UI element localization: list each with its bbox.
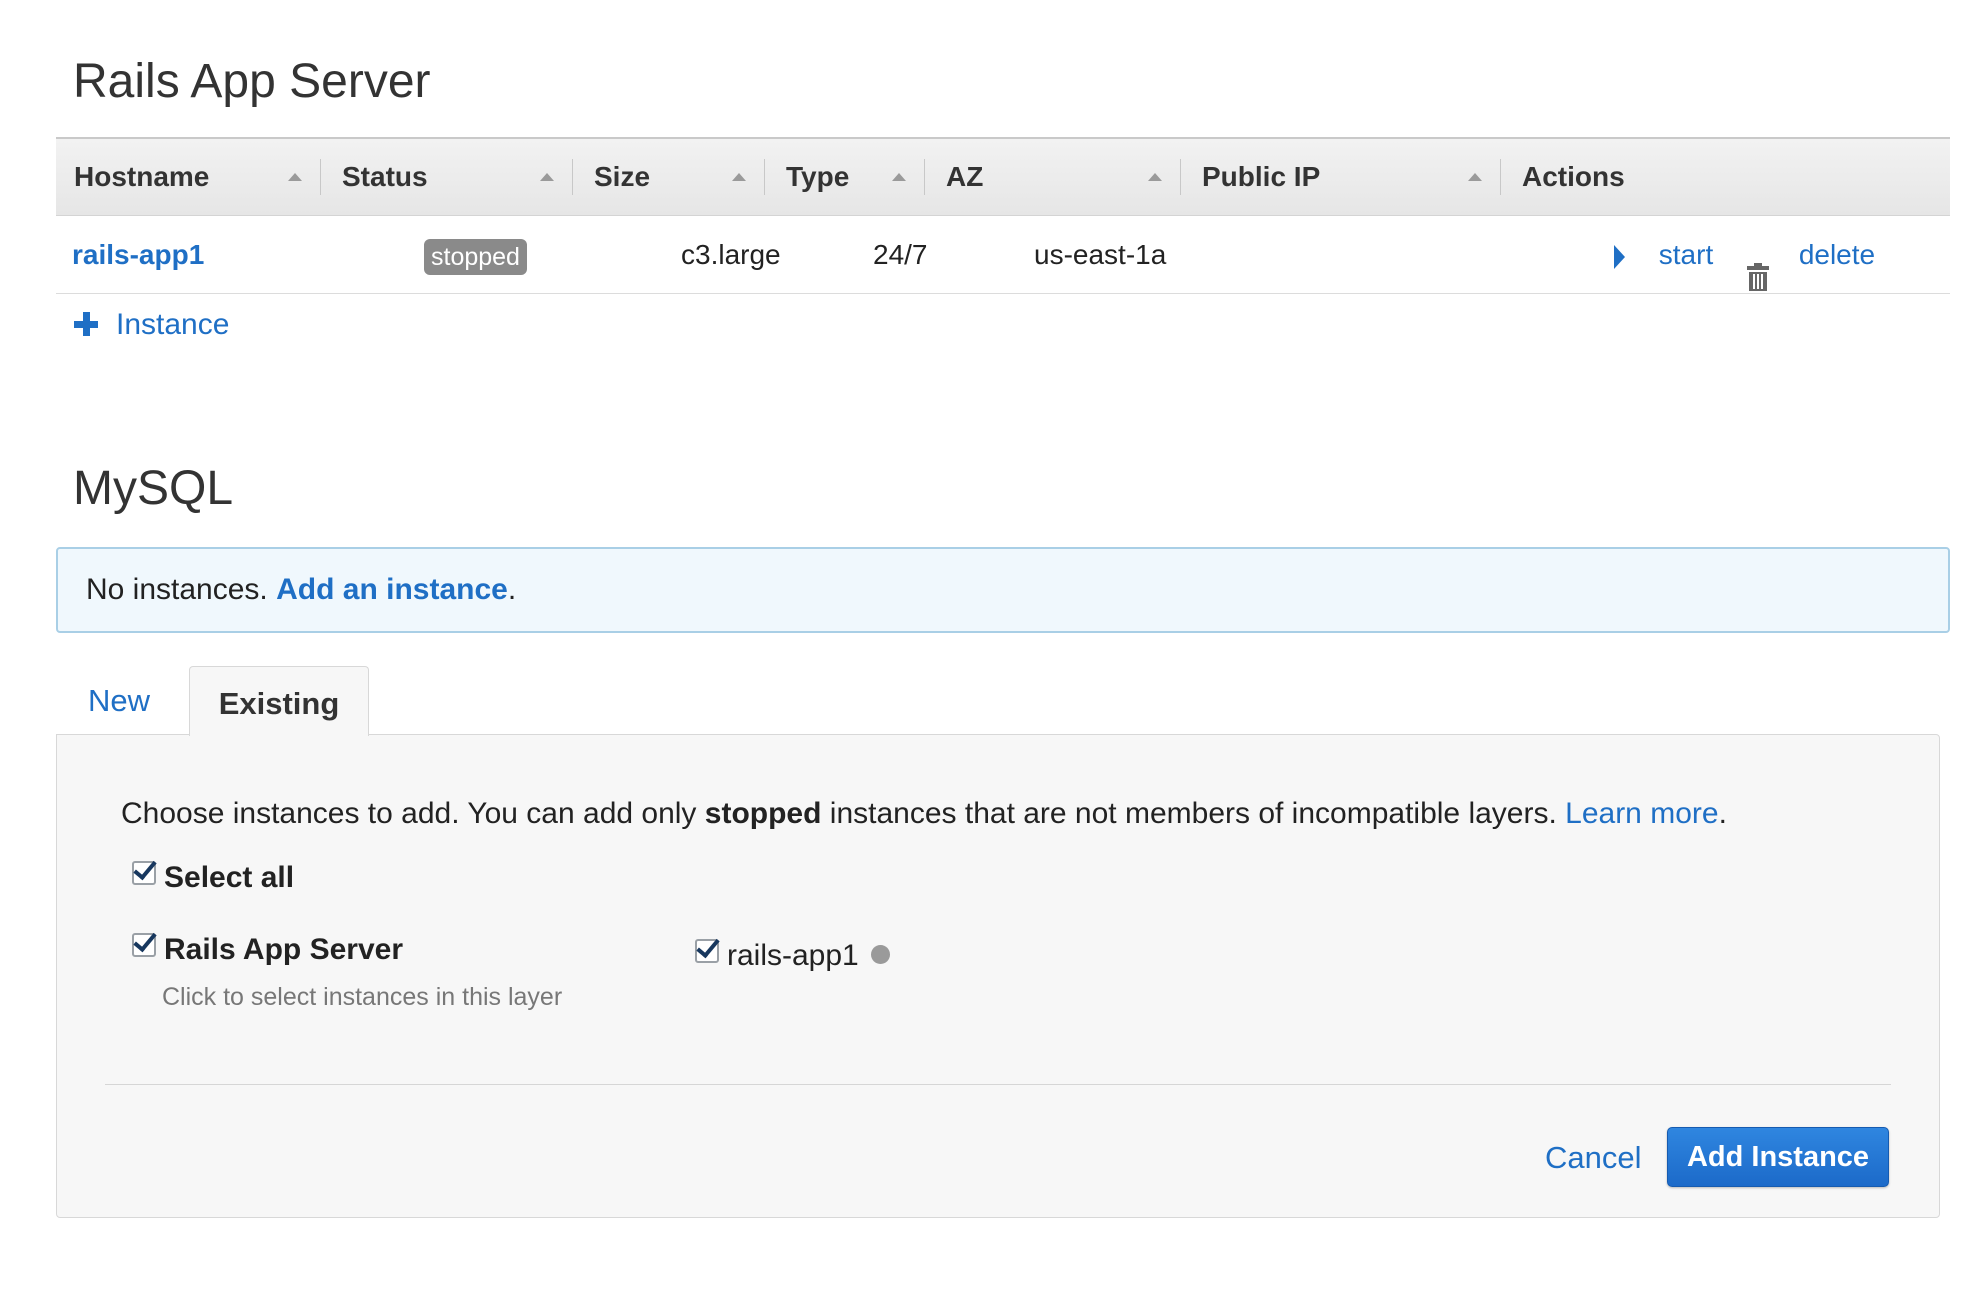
instance-label: rails-app1 xyxy=(727,939,859,972)
page-title-mysql: MySQL xyxy=(73,462,234,515)
column-header-size[interactable]: Size xyxy=(594,139,650,215)
sort-arrow-icon[interactable] xyxy=(288,173,302,181)
layer-row-rails-app-server[interactable]: Rails App Server xyxy=(132,933,403,967)
sort-arrow-icon[interactable] xyxy=(540,173,554,181)
select-all-label: Select all xyxy=(164,861,295,894)
page-title-rails-app-server: Rails App Server xyxy=(73,55,431,108)
column-label: Type xyxy=(786,161,850,192)
tab-new[interactable]: New xyxy=(88,683,150,719)
play-icon xyxy=(1614,244,1625,269)
add-an-instance-link[interactable]: Add an instance xyxy=(276,573,508,606)
start-action[interactable]: start xyxy=(1614,239,1721,270)
sort-arrow-icon[interactable] xyxy=(1148,173,1162,181)
plus-icon xyxy=(74,312,98,336)
layer-label: Rails App Server xyxy=(164,933,403,966)
instructions-text: Choose instances to add. You can add onl… xyxy=(121,797,1727,831)
column-header-hostname[interactable]: Hostname xyxy=(74,139,209,215)
instructions-bold: stopped xyxy=(704,797,822,830)
sort-arrow-icon[interactable] xyxy=(892,173,906,181)
column-separator xyxy=(320,159,321,195)
sort-arrow-icon[interactable] xyxy=(1468,173,1482,181)
column-label: Size xyxy=(594,161,651,192)
instances-table: Hostname Status Size Type AZ Public IP A… xyxy=(56,137,1950,294)
info-suffix: . xyxy=(507,573,517,606)
status-cell: stopped xyxy=(424,216,527,293)
sort-arrow-icon[interactable] xyxy=(732,173,746,181)
actions-cell: start delete xyxy=(1614,216,1875,293)
trash-icon xyxy=(1747,243,1770,291)
cancel-button[interactable]: Cancel xyxy=(1545,1140,1642,1176)
delete-action[interactable]: delete xyxy=(1747,239,1876,291)
add-instance-link[interactable]: Instance xyxy=(74,308,229,342)
column-header-status[interactable]: Status xyxy=(342,139,428,215)
column-label: Public IP xyxy=(1202,161,1321,192)
column-header-actions: Actions xyxy=(1522,139,1625,215)
add-instance-label: Instance xyxy=(116,308,230,341)
column-label: Actions xyxy=(1522,161,1625,192)
instructions-end: . xyxy=(1718,797,1727,830)
instance-row-rails-app1[interactable]: rails-app1 xyxy=(695,939,890,973)
start-label: start xyxy=(1658,239,1714,270)
type-cell: 24/7 xyxy=(873,239,928,270)
column-separator xyxy=(924,159,925,195)
column-label: Hostname xyxy=(74,161,210,192)
layer-checkbox[interactable] xyxy=(132,933,156,957)
select-all-row[interactable]: Select all xyxy=(132,861,294,895)
status-badge: stopped xyxy=(424,238,527,275)
layer-hint-text: Click to select instances in this layer xyxy=(162,983,563,1011)
select-all-checkbox[interactable] xyxy=(132,861,156,885)
column-separator xyxy=(1180,159,1181,195)
instance-checkbox[interactable] xyxy=(695,939,719,963)
column-label: AZ xyxy=(946,161,984,192)
column-separator xyxy=(572,159,573,195)
instructions-after: instances that are not members of incomp… xyxy=(821,797,1566,830)
column-header-type[interactable]: Type xyxy=(786,139,849,215)
hostname-link[interactable]: rails-app1 xyxy=(72,216,204,293)
info-box: No instances. Add an instance. xyxy=(56,547,1950,633)
info-text: No instances. xyxy=(86,573,268,606)
instructions-before: Choose instances to add. You can add onl… xyxy=(121,797,705,830)
column-header-az[interactable]: AZ xyxy=(946,139,983,215)
panel-divider xyxy=(105,1084,1891,1085)
column-separator xyxy=(764,159,765,195)
learn-more-link[interactable]: Learn more xyxy=(1565,797,1718,830)
size-cell: c3.large xyxy=(681,239,781,270)
column-label: Status xyxy=(342,161,428,192)
column-separator xyxy=(1500,159,1501,195)
table-row: rails-app1 stopped c3.large 24/7 us-east… xyxy=(56,216,1950,294)
column-header-public-ip[interactable]: Public IP xyxy=(1202,139,1320,215)
tab-existing[interactable]: Existing xyxy=(189,666,369,736)
add-instance-button[interactable]: Add Instance xyxy=(1667,1127,1889,1187)
table-header: Hostname Status Size Type AZ Public IP A… xyxy=(56,137,1950,216)
delete-label: delete xyxy=(1798,239,1876,270)
status-dot-icon xyxy=(870,945,890,964)
az-cell: us-east-1a xyxy=(1034,239,1167,270)
